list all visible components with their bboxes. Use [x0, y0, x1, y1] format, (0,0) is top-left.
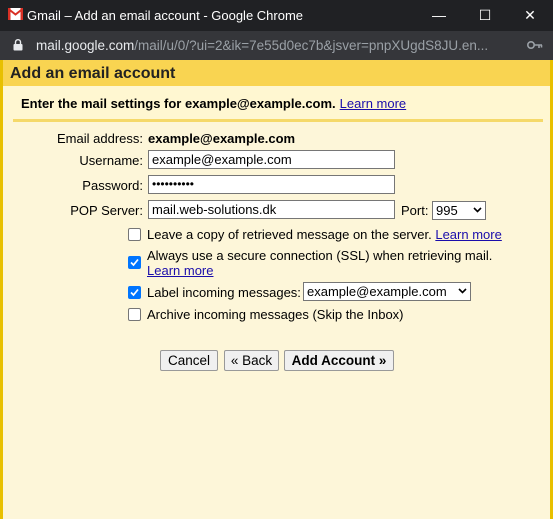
- lock-icon: [13, 39, 23, 51]
- pop-server-input[interactable]: [148, 200, 395, 219]
- port-select[interactable]: 995: [432, 201, 486, 220]
- email-value: example@example.com: [148, 131, 296, 146]
- back-button[interactable]: « Back: [224, 350, 279, 371]
- dialog-title: Add an email account: [10, 65, 176, 82]
- url-host: mail.google.com: [36, 38, 135, 53]
- learn-more-link[interactable]: Learn more: [340, 96, 406, 111]
- ssl-checkbox[interactable]: [128, 256, 141, 269]
- label-incoming-label: Label incoming messages:: [147, 285, 301, 300]
- add-account-button[interactable]: Add Account »: [284, 350, 394, 371]
- window-title: Gmail – Add an email account - Google Ch…: [27, 8, 304, 23]
- password-input[interactable]: ••••••••••: [148, 175, 395, 194]
- checkmark-icon: [130, 258, 139, 267]
- leave-copy-label: Leave a copy of retrieved message on the…: [147, 227, 432, 242]
- username-input[interactable]: [148, 150, 395, 169]
- port-label: Port:: [401, 203, 429, 218]
- ssl-label: Always use a secure connection (SSL) whe…: [147, 248, 493, 263]
- label-select[interactable]: example@example.com: [303, 282, 471, 301]
- address-bar[interactable]: mail.google.com/mail/u/0/?ui=2&ik=7e55d0…: [0, 31, 553, 60]
- gmail-icon: [8, 8, 23, 20]
- chevron-down-icon: [458, 288, 467, 294]
- checkmark-icon: [130, 288, 139, 297]
- leave-copy-option: Leave a copy of retrieved message on the…: [147, 227, 502, 242]
- dialog-header: Add an email account: [3, 60, 550, 86]
- pop-server-label: POP Server:: [70, 203, 143, 218]
- label-select-value: example@example.com: [307, 284, 447, 299]
- divider: [13, 119, 543, 122]
- url-path: /mail/u/0/?ui=2&ik=7e55d0ec7b&jsver=pnpX…: [134, 38, 489, 53]
- leave-copy-learn-more-link[interactable]: Learn more: [435, 227, 501, 242]
- cancel-button[interactable]: Cancel: [160, 350, 218, 371]
- ssl-learn-more-link[interactable]: Learn more: [147, 263, 213, 278]
- chevron-down-icon: [473, 207, 482, 213]
- email-label: Email address:: [57, 131, 143, 146]
- subheading-text: Enter the mail settings for example@exam…: [21, 96, 336, 111]
- leave-copy-checkbox[interactable]: [128, 228, 141, 241]
- username-label: Username:: [79, 153, 143, 168]
- add-email-dialog: Add an email account Enter the mail sett…: [0, 60, 553, 519]
- window-titlebar: Gmail – Add an email account - Google Ch…: [0, 0, 553, 31]
- minimize-button[interactable]: —: [416, 0, 462, 31]
- port-value: 995: [436, 203, 458, 218]
- label-incoming-checkbox[interactable]: [128, 286, 141, 299]
- subheading: Enter the mail settings for example@exam…: [21, 96, 406, 111]
- close-button[interactable]: ✕: [507, 0, 553, 31]
- url-text: mail.google.com/mail/u/0/?ui=2&ik=7e55d0…: [36, 38, 516, 53]
- archive-checkbox[interactable]: [128, 308, 141, 321]
- password-label: Password:: [82, 178, 143, 193]
- maximize-button[interactable]: ☐: [462, 0, 508, 31]
- key-icon[interactable]: [527, 40, 543, 50]
- archive-label: Archive incoming messages (Skip the Inbo…: [147, 307, 404, 322]
